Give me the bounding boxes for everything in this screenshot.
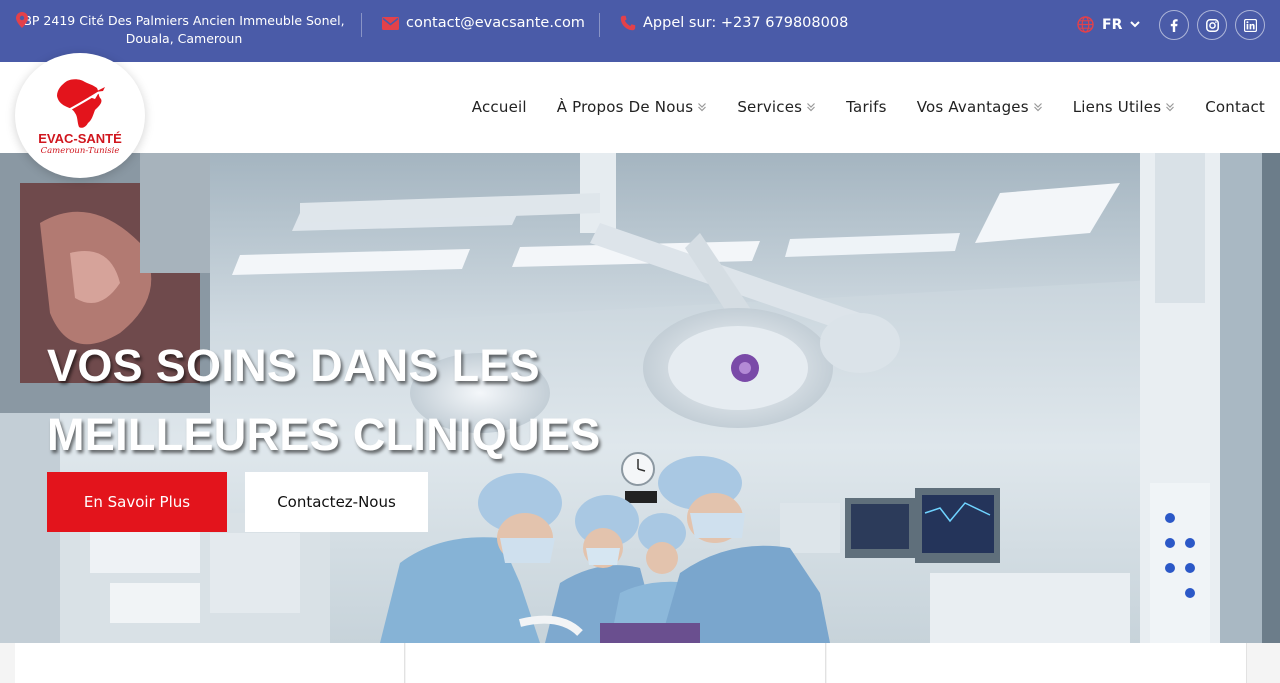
nav-item-liens-utiles[interactable]: Liens Utiles [1073,98,1175,116]
nav-item-label[interactable]: Tarifs [846,98,887,116]
nav-item-services[interactable]: Services [737,98,816,116]
double-chevron-down-icon [807,103,816,112]
site-logo[interactable]: EVAC-SANTÉ Cameroun-Tunisie [15,53,145,178]
nav-item-tarifs[interactable]: Tarifs [846,98,887,116]
envelope-icon [382,16,399,30]
top-bar: BP 2419 Cité Des Palmiers Ancien Immeubl… [0,0,1280,62]
double-chevron-down-icon [1166,103,1175,112]
nav-item-label[interactable]: Contact [1205,98,1265,116]
learn-more-button[interactable]: En Savoir Plus [47,472,227,532]
logo-tagline-text: Cameroun-Tunisie [40,146,120,156]
africa-plane-logo-icon [57,79,105,128]
hero-title-line-1: VOS SOINS DANS LES [47,340,540,391]
nav-item-accueil[interactable]: Accueil [472,98,527,116]
feature-card [827,643,1247,683]
double-chevron-down-icon [698,103,707,112]
address-line-2: Douala, Cameroun [125,31,243,46]
linkedin-button[interactable] [1235,10,1265,40]
hero-title: VOS SOINS DANS LES MEILLEURES CLINIQUES [47,331,747,469]
chevron-down-icon [1130,21,1141,28]
instagram-icon [1205,18,1219,32]
hero-title-line-2: MEILLEURES CLINIQUES [47,409,601,460]
address-block: BP 2419 Cité Des Palmiers Ancien Immeubl… [14,12,354,48]
facebook-button[interactable] [1159,10,1189,40]
feature-cards-row [0,643,1280,683]
nav-item-contact[interactable]: Contact [1205,98,1265,116]
language-label[interactable]: FR [1102,17,1122,33]
feature-card [406,643,826,683]
nav-item-label[interactable]: Accueil [472,98,527,116]
map-pin-icon [16,12,28,28]
divider [361,13,362,37]
nav-item-a-propos[interactable]: À Propos De Nous [557,98,708,116]
logo-brand-text: EVAC-SANTÉ [38,131,122,146]
language-selector[interactable]: FR [1077,16,1141,33]
phone-icon [620,15,636,31]
globe-icon [1077,16,1094,33]
nav-item-label[interactable]: Vos Avantages [917,98,1029,116]
phone-link[interactable]: Appel sur: +237 679808008 [620,15,848,31]
hero-banner: VOS SOINS DANS LES MEILLEURES CLINIQUES … [0,153,1280,643]
email-link[interactable]: contact@evacsante.com [382,15,585,31]
phone-text[interactable]: Appel sur: +237 679808008 [643,15,848,31]
feature-card [15,643,405,683]
main-navigation: Accueil À Propos De Nous Services Tarifs… [442,98,1265,116]
instagram-button[interactable] [1197,10,1227,40]
linkedin-icon [1243,18,1257,32]
facebook-icon [1170,18,1178,32]
double-chevron-down-icon [1033,103,1042,112]
address-line-1: BP 2419 Cité Des Palmiers Ancien Immeubl… [23,13,345,28]
nav-item-label[interactable]: À Propos De Nous [557,98,694,116]
nav-item-label[interactable]: Services [737,98,802,116]
contact-us-button[interactable]: Contactez-Nous [245,472,428,532]
nav-item-vos-avantages[interactable]: Vos Avantages [917,98,1043,116]
nav-item-label[interactable]: Liens Utiles [1073,98,1161,116]
divider [599,13,600,37]
email-text[interactable]: contact@evacsante.com [406,15,585,31]
